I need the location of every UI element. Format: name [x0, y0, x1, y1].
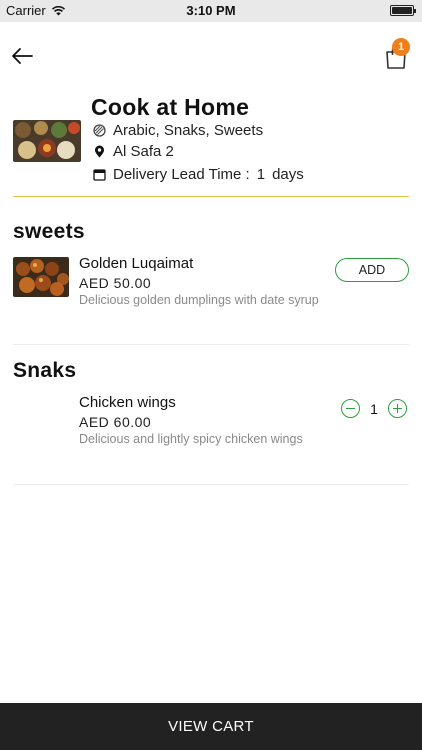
status-bar: Carrier 3:10 PM [0, 0, 422, 22]
location-text: Al Safa 2 [113, 143, 174, 160]
lead-time-value: 1 [256, 166, 266, 183]
add-button[interactable]: ADD [335, 258, 409, 282]
lead-time-unit: days [272, 166, 304, 183]
calendar-icon [93, 169, 106, 181]
restaurant-name: Cook at Home [91, 94, 250, 120]
lead-time-label: Delivery Lead Time : [113, 166, 250, 183]
section-title-snaks: Snaks [13, 359, 77, 382]
back-button[interactable] [8, 42, 36, 70]
menu-item-golden-luqaimat: Golden Luqaimat AED 50.00 Delicious gold… [13, 253, 409, 345]
restaurant-image [13, 120, 81, 162]
item-price: AED 60.00 [79, 414, 152, 430]
cuisines-text: Arabic, Snaks, Sweets [113, 122, 264, 139]
cart-count-badge: 1 [392, 38, 410, 56]
item-name: Chicken wings [79, 394, 176, 411]
cuisine-icon [93, 124, 106, 137]
item-description: Delicious and lightly spicy chicken wing… [79, 432, 303, 446]
back-arrow-icon [12, 48, 33, 64]
restaurant-header: Cook at Home Arabic, Snaks, Sweets Al Sa… [13, 92, 409, 197]
item-name: Golden Luqaimat [79, 255, 194, 272]
quantity-stepper: 1 [339, 399, 409, 419]
location-row: Al Safa 2 [93, 143, 174, 160]
section-title-sweets: sweets [13, 220, 85, 243]
top-nav: 1 [0, 22, 422, 90]
item-price: AED 50.00 [79, 275, 152, 291]
location-pin-icon [95, 145, 104, 158]
plus-icon[interactable] [388, 399, 407, 418]
view-cart-button[interactable]: VIEW CART [0, 703, 422, 750]
menu-item-chicken-wings: Chicken wings AED 60.00 Delicious and li… [13, 392, 409, 485]
battery-icon [390, 5, 416, 16]
item-image [13, 257, 69, 297]
lead-time-row: Delivery Lead Time : 1 days [93, 166, 304, 183]
item-description: Delicious golden dumplings with date syr… [79, 293, 319, 307]
cuisines-row: Arabic, Snaks, Sweets [93, 122, 263, 139]
clock: 3:10 PM [186, 3, 236, 18]
